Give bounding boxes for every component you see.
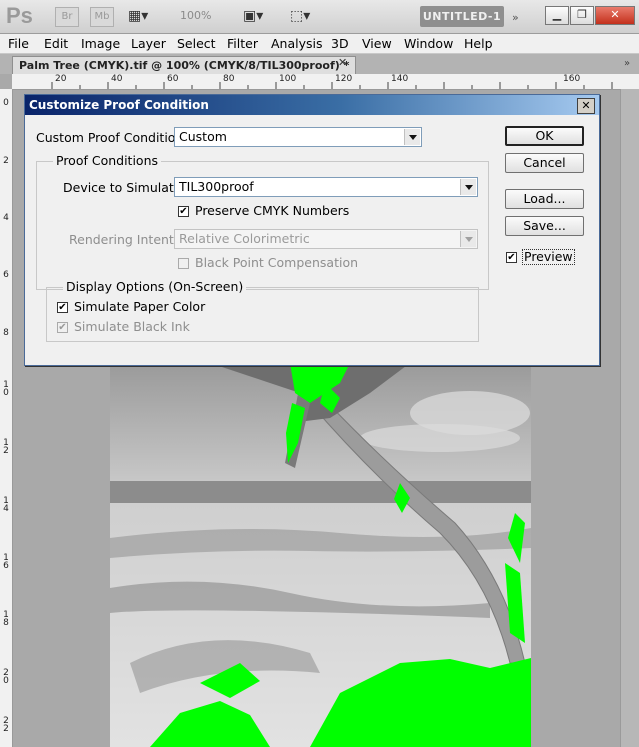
vruler-label: 6 (3, 270, 9, 280)
menu-image[interactable]: Image (81, 36, 120, 51)
vruler-label: 16 (3, 553, 9, 571)
preserve-cmyk-label[interactable]: Preserve CMYK Numbers (195, 203, 349, 218)
chevron-down-icon (404, 129, 420, 145)
preview-checkbox[interactable]: ✔ (506, 252, 517, 263)
palm-tree-image (110, 363, 531, 747)
simulate-ink-label[interactable]: Simulate Black Ink (74, 319, 190, 334)
vruler-label: 14 (3, 496, 9, 514)
preview-label[interactable]: Preview (522, 249, 575, 265)
photoshop-logo-icon: Ps (6, 3, 33, 28)
tab-overflow-icon[interactable]: » (624, 58, 630, 69)
device-select[interactable]: TIL300proof (174, 177, 478, 197)
hruler-label: 120 (335, 74, 353, 84)
bridge-button[interactable]: Br (55, 7, 79, 27)
dialog-title[interactable]: Customize Proof Condition (25, 95, 599, 115)
close-window-button[interactable]: ✕ (595, 6, 635, 25)
simulate-paper-checkbox[interactable]: ✔ (57, 302, 68, 313)
menu-layer[interactable]: Layer (131, 36, 166, 51)
workspace-switcher[interactable]: UNTITLED-1 (420, 6, 504, 27)
proof-conditions-heading: Proof Conditions (53, 153, 162, 168)
custom-proof-value: Custom (179, 129, 227, 144)
vruler-label: 2 (3, 156, 9, 166)
menu-window[interactable]: Window (404, 36, 453, 51)
document-canvas[interactable] (110, 363, 531, 747)
vruler-label: 22 (3, 716, 9, 734)
hruler-label: 60 (167, 74, 179, 84)
chevron-down-icon (460, 231, 476, 247)
hruler-label: 20 (55, 74, 67, 84)
menu-analysis[interactable]: Analysis (271, 36, 323, 51)
vruler-label: 4 (3, 213, 9, 223)
close-tab-icon[interactable]: ✕ (338, 56, 347, 69)
vruler-label: 12 (3, 438, 9, 456)
menu-bar: File Edit Image Layer Select Filter Anal… (0, 34, 639, 54)
zoom-level[interactable]: 100% (180, 9, 211, 22)
dialog-close-icon[interactable]: ✕ (577, 98, 595, 114)
hruler-label: 160 (563, 74, 581, 84)
save-button[interactable]: Save... (505, 216, 584, 236)
rendering-intent-value: Relative Colorimetric (179, 231, 310, 246)
menu-3d[interactable]: 3D (331, 36, 349, 51)
view-extras-icon[interactable]: ▦▾ (128, 8, 148, 24)
vertical-ruler[interactable]: 0 2 4 6 8 10 12 14 16 18 20 22 (0, 89, 13, 747)
workspace-more-icon[interactable]: » (512, 11, 519, 24)
hruler-label: 80 (223, 74, 235, 84)
display-options-heading: Display Options (On-Screen) (63, 279, 247, 294)
device-value: TIL300proof (179, 179, 254, 194)
cancel-button[interactable]: Cancel (505, 153, 584, 173)
minimize-button[interactable]: ▁ (545, 6, 569, 25)
chevron-down-icon (460, 179, 476, 195)
vruler-label: 20 (3, 668, 9, 686)
preserve-cmyk-checkbox[interactable]: ✔ (178, 206, 189, 217)
vertical-scrollbar[interactable] (620, 89, 639, 747)
black-point-label[interactable]: Black Point Compensation (195, 255, 358, 270)
document-tab[interactable]: Palm Tree (CMYK).tif @ 100% (CMYK/8/TIL3… (12, 56, 356, 74)
load-button[interactable]: Load... (505, 189, 584, 209)
horizontal-ruler[interactable]: 20 40 60 80 100 120 140 160 (12, 74, 639, 90)
document-tab-bar: Palm Tree (CMYK).tif @ 100% (CMYK/8/TIL3… (0, 54, 639, 74)
customize-proof-dialog: Customize Proof Condition ✕ Custom Proof… (24, 94, 600, 366)
arrange-documents-icon[interactable]: ▣▾ (243, 8, 263, 24)
rendering-intent-select[interactable]: Relative Colorimetric (174, 229, 478, 249)
ruler-ticks (51, 82, 613, 89)
vruler-label: 10 (3, 380, 9, 398)
hruler-label: 40 (111, 74, 123, 84)
menu-help[interactable]: Help (464, 36, 493, 51)
vruler-label: 0 (3, 98, 9, 108)
vruler-label: 8 (3, 328, 9, 338)
mini-bridge-button[interactable]: Mb (90, 7, 114, 27)
screen-mode-icon[interactable]: ⬚▾ (290, 8, 310, 24)
simulate-paper-label[interactable]: Simulate Paper Color (74, 299, 205, 314)
custom-proof-label: Custom Proof Condition: (36, 130, 188, 145)
device-label: Device to Simulate: (63, 180, 186, 195)
menu-view[interactable]: View (362, 36, 392, 51)
menu-select[interactable]: Select (177, 36, 216, 51)
custom-proof-select[interactable]: Custom (174, 127, 422, 147)
rendering-intent-label: Rendering Intent: (69, 232, 179, 247)
hruler-label: 140 (391, 74, 409, 84)
restore-button[interactable]: ❐ (570, 6, 594, 25)
ok-button[interactable]: OK (505, 126, 584, 146)
menu-filter[interactable]: Filter (227, 36, 258, 51)
black-point-checkbox[interactable] (178, 258, 189, 269)
application-bar: Ps Br Mb ▦▾ 100% ▣▾ ⬚▾ UNTITLED-1 » ▁ ❐ … (0, 0, 639, 34)
hruler-label: 100 (279, 74, 297, 84)
simulate-ink-checkbox[interactable]: ✔ (57, 322, 68, 333)
menu-file[interactable]: File (8, 36, 29, 51)
menu-edit[interactable]: Edit (44, 36, 68, 51)
vruler-label: 18 (3, 610, 9, 628)
